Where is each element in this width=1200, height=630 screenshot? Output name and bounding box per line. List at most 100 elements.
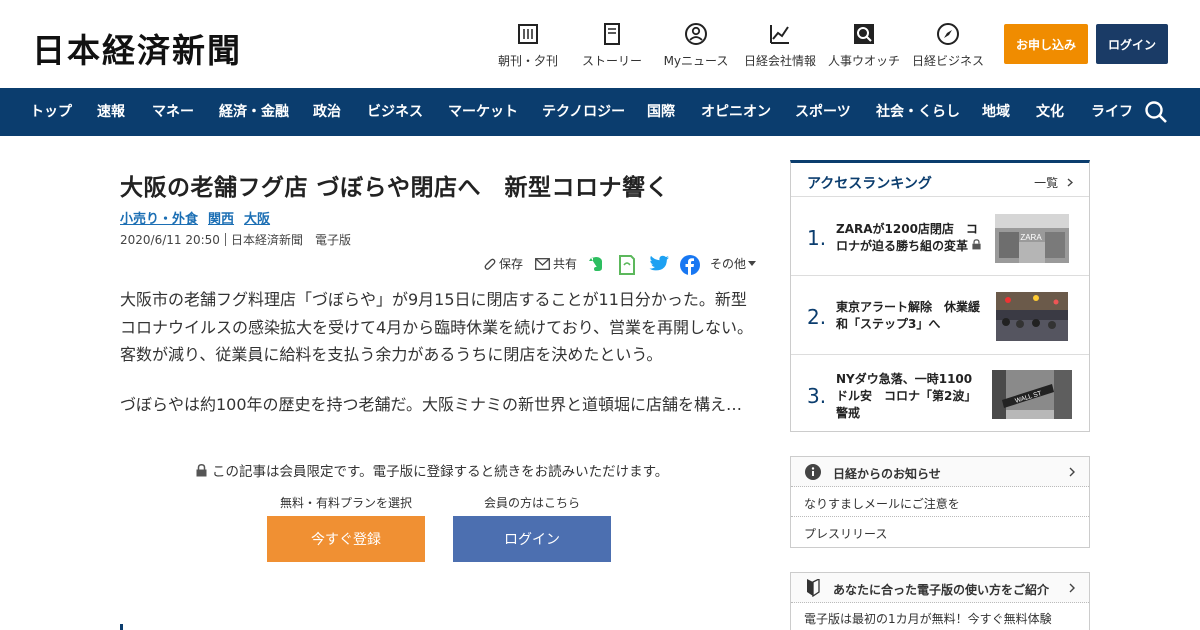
share-button[interactable]: 共有 — [535, 255, 577, 272]
nav-item-sokuho[interactable]: 速報 — [97, 88, 125, 136]
facebook-button[interactable] — [680, 255, 703, 275]
nav-item-top[interactable]: トップ — [30, 88, 72, 136]
notice-text: なりすましメールにご注意を — [804, 497, 960, 511]
notice-item[interactable]: なりすましメールにご注意を — [791, 487, 1089, 517]
guide-header[interactable]: あなたに合った電子版の使い方をご紹介 — [791, 573, 1089, 603]
evernote-button[interactable] — [587, 255, 608, 273]
guide-item[interactable]: 電子版は最初の1カ月が無料！今すぐ無料体験 — [791, 603, 1089, 630]
article-paragraph: 大阪市の老舗フグ料理店「づぼらや」が9月15日に閉店することが11日分かった。新… — [120, 290, 754, 364]
apply-button[interactable]: お申し込み — [1004, 24, 1088, 64]
ranking-header: アクセスランキング 一覧 — [791, 163, 1089, 197]
lock-icon — [972, 239, 981, 250]
nav-item-region[interactable]: 地域 — [982, 88, 1010, 136]
util-story[interactable]: ストーリー — [569, 22, 655, 69]
tag-link[interactable]: 大阪 — [244, 208, 270, 227]
twitter-button[interactable] — [649, 255, 673, 273]
ranking-headline: NYダウ急落、一時1100ドル安 コロナ「第2波」警戒 — [836, 372, 977, 420]
newspaper-icon — [516, 22, 540, 46]
tag-link[interactable]: 小売り・外食 — [120, 208, 198, 227]
main-nav: トップ 速報 マネー 経済・金融 政治 ビジネス マーケット テクノロジー 国際… — [0, 88, 1200, 136]
lock-icon — [196, 463, 207, 476]
ranking-number: 1. — [807, 226, 827, 250]
save-label: 保存 — [499, 257, 524, 271]
search-icon[interactable] — [1144, 100, 1168, 124]
nav-item-market[interactable]: マーケット — [448, 88, 518, 136]
chevron-right-icon — [1069, 467, 1075, 477]
info-icon — [805, 464, 821, 480]
ranking-item[interactable]: 1. ZARAが1200店閉店 コロナが迫る勝ち組の変革 ZARA — [791, 198, 1089, 276]
share-more-button[interactable]: その他 — [710, 255, 759, 272]
memo-button[interactable] — [618, 255, 639, 275]
paywall-login-button[interactable]: ログイン — [453, 516, 611, 562]
notice-item[interactable]: プレスリリース — [791, 517, 1089, 547]
notices-header[interactable]: 日経からのお知らせ — [791, 457, 1089, 487]
nav-item-money[interactable]: マネー — [152, 88, 194, 136]
meta-divider — [224, 233, 226, 246]
article-source: 日本経済新聞 電子版 — [230, 233, 351, 247]
site-logo[interactable]: 日本経済新聞 — [32, 24, 242, 72]
util-nikkei-business[interactable]: 日経ビジネス — [905, 22, 991, 69]
nav-item-economy[interactable]: 経済・金融 — [219, 88, 289, 136]
plan-label: 無料・有料プランを選択 — [280, 496, 413, 510]
nav-item-international[interactable]: 国際 — [647, 88, 675, 136]
thumb-text: ZARA — [1020, 233, 1042, 242]
util-my-news[interactable]: Myニュース — [653, 22, 739, 69]
twitter-icon — [649, 255, 669, 271]
save-button[interactable]: 保存 — [482, 255, 523, 272]
ranking-thumbnail: WALL ST — [992, 370, 1072, 419]
util-company-info[interactable]: 日経会社情報 — [737, 22, 823, 69]
site-header: 日本経済新聞 朝刊・夕刊 ストーリー Myニュース 日経会社情報 人事ウオッチ — [0, 0, 1200, 88]
nav-item-business[interactable]: ビジネス — [367, 88, 423, 136]
access-ranking: アクセスランキング 一覧 1. ZARAが1200店閉店 コロナが迫る勝ち組の変… — [790, 160, 1090, 432]
article-paragraph: づぼらやは約100年の歴史を持つ老舗だ。大阪ミナミの新世界と道頓堀に店舗を構え… — [120, 395, 743, 414]
nav-item-sports[interactable]: スポーツ — [795, 88, 851, 136]
util-label: ストーリー — [581, 54, 642, 68]
guide-text: 電子版は最初の1カ月が無料！今すぐ無料体験 — [804, 612, 1052, 626]
tag-link[interactable]: 関西 — [208, 208, 234, 227]
nav-item-opinion[interactable]: オピニオン — [701, 88, 771, 136]
util-jinji-watch[interactable]: 人事ウオッチ — [821, 22, 907, 69]
ranking-item[interactable]: 3. NYダウ急落、一時1100ドル安 コロナ「第2波」警戒 WALL ST — [791, 356, 1089, 434]
member-label: 会員の方はこちら — [484, 496, 581, 510]
nav-item-life[interactable]: ライフ — [1091, 88, 1133, 136]
ranking-thumbnail — [996, 292, 1068, 341]
evernote-icon — [589, 257, 602, 271]
chart-icon — [768, 22, 792, 46]
ranking-more-label: 一覧 — [1034, 176, 1059, 190]
usage-guide: あなたに合った電子版の使い方をご紹介 電子版は最初の1カ月が無料！今すぐ無料体験 — [790, 572, 1090, 630]
nav-item-society[interactable]: 社会・くらし — [876, 88, 960, 136]
nav-item-technology[interactable]: テクノロジー — [542, 88, 625, 136]
ranking-headline-text: ZARAが1200店閉店 コロナが迫る勝ち組の変革 — [836, 222, 978, 253]
ranking-more-link[interactable]: 一覧 — [1034, 174, 1074, 191]
notices-title: 日経からのお知らせ — [833, 467, 941, 481]
ranking-number: 3. — [807, 384, 827, 408]
nav-item-politics[interactable]: 政治 — [313, 88, 341, 136]
share-label: 共有 — [553, 257, 578, 271]
user-icon — [684, 22, 708, 46]
facebook-icon — [680, 255, 700, 275]
ranking-item[interactable]: 2. 東京アラート解除 休業緩和「ステップ3」へ — [791, 277, 1089, 355]
compass-icon — [936, 22, 960, 46]
register-now-button[interactable]: 今すぐ登録 — [267, 516, 425, 562]
article-date: 2020/6/11 20:50 — [120, 233, 220, 247]
util-chokan-yukan[interactable]: 朝刊・夕刊 — [485, 22, 571, 69]
ranking-number: 2. — [807, 305, 827, 329]
ranking-thumbnail: ZARA — [995, 214, 1069, 263]
chevron-right-icon — [1067, 178, 1074, 187]
header-login-button[interactable]: ログイン — [1096, 24, 1168, 64]
util-label: 日経ビジネス — [911, 54, 984, 68]
section-marker — [120, 624, 123, 630]
beginner-mark-icon — [807, 579, 820, 597]
memo-icon — [619, 255, 635, 275]
util-label: 朝刊・夕刊 — [497, 54, 558, 68]
nav-item-culture[interactable]: 文化 — [1036, 88, 1064, 136]
article-title: 大阪の老舗フグ店 づぼらや閉店へ 新型コロナ響く — [120, 175, 670, 201]
share-more-label: その他 — [710, 257, 747, 271]
notice-text: プレスリリース — [804, 527, 888, 541]
ranking-title: アクセスランキング — [807, 176, 932, 192]
nikkei-notices: 日経からのお知らせ なりすましメールにご注意を プレスリリース — [790, 456, 1090, 548]
paperclip-icon — [484, 258, 496, 270]
paywall-note: この記事は会員限定です。電子版に登録すると続きをお読みいただけます。 — [196, 460, 668, 480]
search-person-icon — [852, 22, 876, 46]
util-label: 日経会社情報 — [743, 54, 816, 68]
